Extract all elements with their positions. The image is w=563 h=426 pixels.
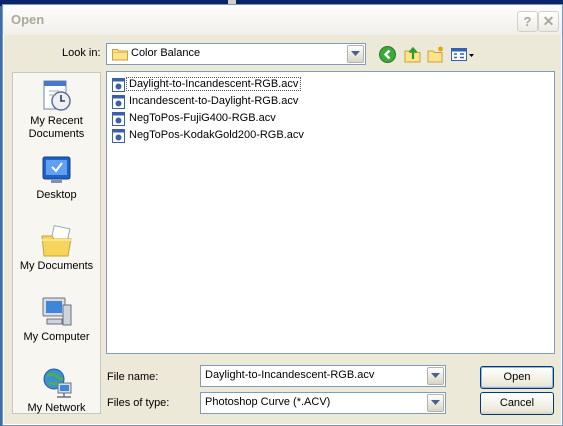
file-name-field[interactable]: Daylight-to-Incandescent-RGB.acv	[200, 365, 446, 387]
file-name: Incandescent-to-Daylight-RGB.acv	[129, 95, 299, 107]
help-button[interactable]: ?	[517, 11, 538, 32]
curve-file-icon	[112, 129, 125, 143]
title-bar[interactable]: Open ? ✕	[3, 5, 562, 35]
close-button[interactable]: ✕	[538, 11, 559, 32]
curve-file-icon	[112, 112, 125, 126]
cancel-button[interactable]: Cancel	[480, 392, 554, 415]
files-of-type-label: Files of type:	[107, 397, 170, 409]
place-label-line1: My Recent	[30, 115, 83, 127]
place-label: Desktop	[36, 189, 77, 201]
views-menu-icon[interactable]	[451, 46, 475, 66]
place-label: My Computer	[23, 331, 90, 343]
open-dialog: Open ? ✕ Look in: Color Balance My Recen…	[2, 4, 563, 426]
places-bar: My Recent Documents Desktop My Documents	[12, 72, 101, 414]
place-label: My Documents	[19, 260, 94, 272]
place-desktop[interactable]: Desktop	[13, 153, 100, 202]
place-my-recent-documents[interactable]: My Recent Documents	[13, 79, 100, 141]
chevron-down-icon[interactable]	[427, 394, 444, 412]
recent-documents-icon	[43, 80, 71, 111]
folder-icon	[112, 48, 128, 64]
my-network-icon	[43, 368, 71, 398]
look-in-label: Look in:	[62, 47, 101, 59]
new-folder-icon[interactable]	[427, 46, 445, 66]
place-my-computer[interactable]: My Computer	[13, 295, 100, 344]
place-my-documents[interactable]: My Documents	[13, 224, 100, 273]
curve-file-icon	[112, 95, 125, 109]
chevron-down-icon[interactable]	[427, 367, 444, 385]
look-in-value: Color Balance	[131, 47, 201, 59]
files-of-type-dropdown[interactable]: Photoshop Curve (*.ACV)	[200, 392, 446, 414]
desktop-icon	[42, 156, 70, 183]
file-name: NegToPos-KodakGold200-RGB.acv	[129, 129, 304, 141]
chevron-down-icon[interactable]	[347, 45, 364, 63]
my-computer-icon	[42, 297, 71, 326]
file-list[interactable]: Daylight-to-Incandescent-RGB.acv Incande…	[106, 71, 555, 354]
place-label-line2: Documents	[28, 128, 85, 140]
file-name-label: File name:	[107, 371, 159, 383]
back-icon[interactable]	[379, 46, 396, 66]
place-my-network[interactable]: My Network	[13, 366, 100, 415]
look-in-dropdown[interactable]: Color Balance	[106, 43, 366, 65]
curve-file-icon	[112, 78, 125, 92]
open-button[interactable]: Open	[480, 366, 554, 389]
dialog-title: Open	[11, 12, 45, 27]
file-name-value: Daylight-to-Incandescent-RGB.acv	[205, 369, 375, 381]
file-name: Daylight-to-Incandescent-RGB.acv	[125, 77, 302, 91]
up-folder-icon[interactable]	[404, 46, 422, 66]
file-name: NegToPos-FujiG400-RGB.acv	[129, 112, 276, 124]
my-documents-icon	[40, 224, 72, 257]
place-label: My Network	[27, 402, 86, 414]
files-of-type-value: Photoshop Curve (*.ACV)	[205, 396, 331, 408]
